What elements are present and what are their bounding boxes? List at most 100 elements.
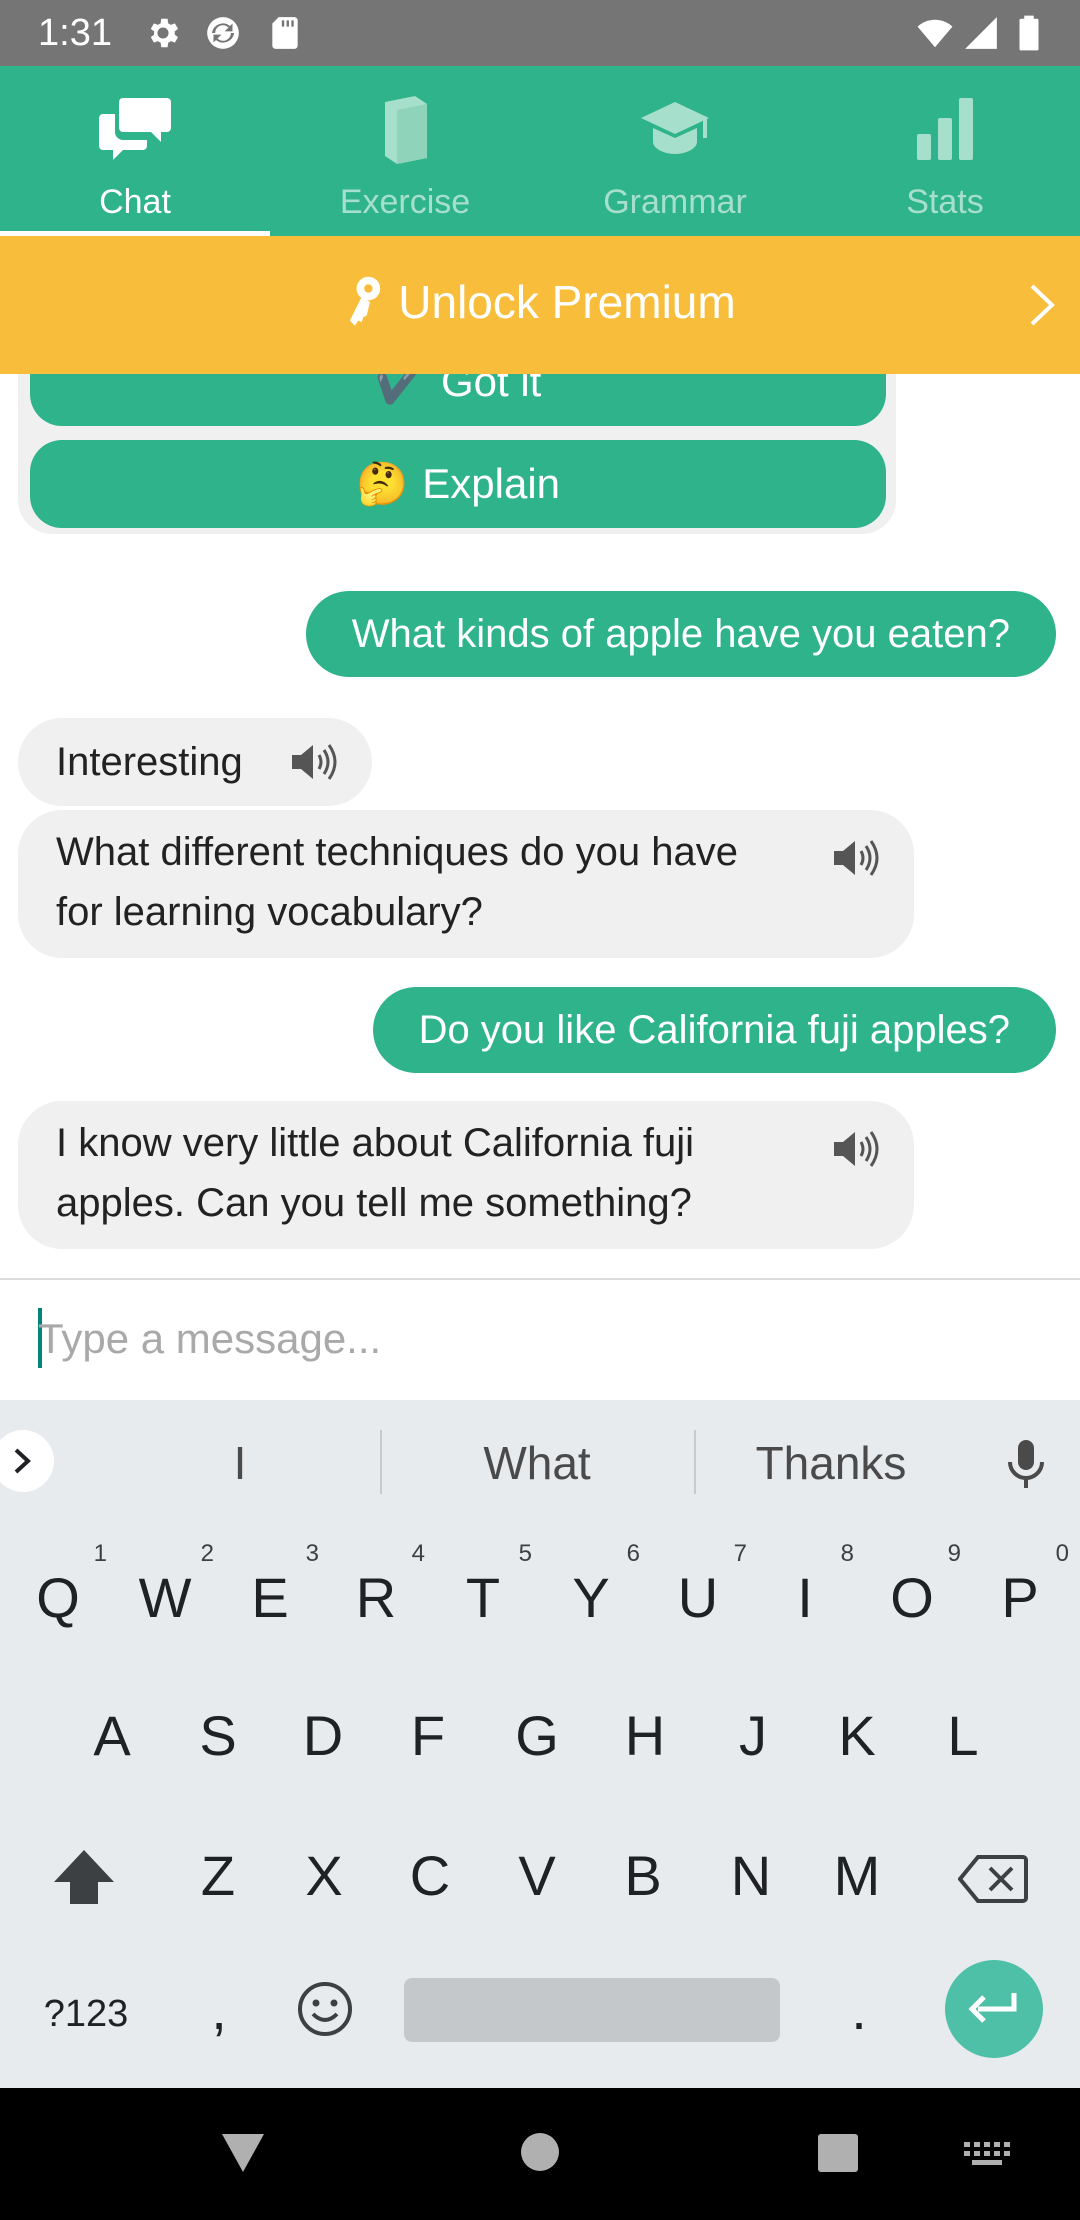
key-z[interactable]: Z xyxy=(173,1844,263,1908)
key-l[interactable]: L xyxy=(918,1704,1008,1768)
key-v[interactable]: V xyxy=(492,1844,582,1908)
status-bar: 1:31 xyxy=(0,0,1080,66)
key-b[interactable]: B xyxy=(598,1844,688,1908)
key-icon xyxy=(350,276,381,326)
key-r[interactable]: R4 xyxy=(331,1540,425,1630)
key-m[interactable]: M xyxy=(812,1844,902,1908)
key-h[interactable]: H xyxy=(600,1704,690,1768)
key-s[interactable]: S xyxy=(173,1704,263,1768)
message-text: Interesting xyxy=(56,740,243,784)
suggestion-item[interactable]: Thanks xyxy=(720,1436,942,1490)
battery-icon xyxy=(1019,15,1039,51)
key-t[interactable]: T5 xyxy=(438,1540,532,1630)
bot-message: I know very little about California fuji… xyxy=(18,1101,914,1249)
message-input[interactable] xyxy=(38,1306,1038,1372)
check-mark-icon: ✔️ xyxy=(374,374,427,405)
suggestion-divider xyxy=(694,1430,696,1494)
tab-label: Exercise xyxy=(339,183,471,221)
tab-exercise[interactable]: Exercise xyxy=(270,66,540,236)
explain-label: Explain xyxy=(422,460,561,507)
message-text-line: I know very little about California fuji xyxy=(56,1121,695,1165)
thinking-face-icon: 🤔 xyxy=(355,459,409,507)
graduation-cap-icon xyxy=(641,102,709,154)
key-a[interactable]: A xyxy=(67,1704,157,1768)
backspace-icon[interactable] xyxy=(958,1854,1028,1904)
enter-arrow-icon xyxy=(968,1993,1017,2023)
message-text: What kinds of apple have you eaten? xyxy=(351,612,1010,656)
key-j[interactable]: J xyxy=(708,1704,798,1768)
tab-grammar[interactable]: Grammar xyxy=(540,66,810,236)
unlock-premium-banner[interactable]: Unlock Premium xyxy=(0,236,1080,374)
chevron-right-icon xyxy=(14,1448,31,1474)
message-text: Do you like California fuji apples? xyxy=(418,1008,1010,1052)
onscreen-keyboard: Q1 W2 E3 R4 T5 Y6 U7 I8 O9 P0 A S D F G … xyxy=(0,1522,1080,2088)
user-message: Do you like California fuji apples? xyxy=(372,987,1056,1073)
suggestion-item[interactable]: What xyxy=(420,1436,654,1490)
speaker-icon[interactable] xyxy=(288,740,338,784)
suggestion-item[interactable]: I xyxy=(200,1436,280,1490)
tab-label: Grammar xyxy=(603,183,747,221)
keyboard-menu-button[interactable] xyxy=(0,1430,54,1492)
key-e[interactable]: E3 xyxy=(225,1540,319,1630)
keyboard-switch-icon[interactable] xyxy=(964,2142,1010,2166)
speaker-icon[interactable] xyxy=(830,1127,880,1171)
enter-key[interactable] xyxy=(945,1960,1043,2058)
key-n[interactable]: N xyxy=(706,1844,796,1908)
tab-label: Stats xyxy=(906,183,984,221)
comma-key[interactable]: , xyxy=(176,1978,262,2042)
key-d[interactable]: D xyxy=(278,1704,368,1768)
key-f[interactable]: F xyxy=(383,1704,473,1768)
recents-square-icon[interactable] xyxy=(818,2134,858,2172)
tab-bar: Chat Exercise Grammar Stats xyxy=(0,66,1080,236)
chat-icon xyxy=(99,98,171,160)
suggestion-divider xyxy=(380,1430,382,1494)
message-text-line: for learning vocabulary? xyxy=(56,890,483,934)
key-k[interactable]: K xyxy=(812,1704,902,1768)
got-it-label: Got it xyxy=(440,374,542,405)
tab-stats[interactable]: Stats xyxy=(810,66,1080,236)
sync-icon xyxy=(207,17,239,49)
chat-messages: ✔️ Got it 🤔 Explain What kinds of apple … xyxy=(0,374,1080,1278)
system-nav-bar xyxy=(0,2088,1080,2220)
key-y[interactable]: Y6 xyxy=(546,1540,640,1630)
keyboard-suggestion-strip: I What Thanks xyxy=(0,1400,1080,1522)
message-text-line: What different techniques do you have xyxy=(56,830,738,874)
period-key[interactable]: . xyxy=(816,1978,902,2042)
quick-reply-card: ✔️ Got it 🤔 Explain xyxy=(18,374,896,534)
message-text-line: apples. Can you tell me something? xyxy=(56,1181,692,1225)
settings-icon xyxy=(150,18,179,48)
back-triangle-icon[interactable] xyxy=(220,2132,266,2174)
key-u[interactable]: U7 xyxy=(653,1540,747,1630)
got-it-button[interactable]: ✔️ Got it xyxy=(30,374,886,426)
shift-icon[interactable] xyxy=(52,1848,116,1906)
symbols-key[interactable]: ?123 xyxy=(26,1982,146,2046)
unlock-premium-label: Unlock Premium xyxy=(398,276,736,328)
signal-icon xyxy=(965,17,997,49)
bar-chart-icon xyxy=(917,98,973,160)
tab-chat[interactable]: Chat xyxy=(0,66,270,236)
chevron-right-icon xyxy=(1030,284,1055,326)
spacebar[interactable] xyxy=(404,1978,780,2042)
key-o[interactable]: O9 xyxy=(867,1540,961,1630)
key-q[interactable]: Q1 xyxy=(13,1540,107,1630)
key-w[interactable]: W2 xyxy=(120,1540,214,1630)
explain-button[interactable]: 🤔 Explain xyxy=(30,440,886,528)
key-p[interactable]: P0 xyxy=(975,1540,1069,1630)
emoji-icon[interactable] xyxy=(296,1980,354,2038)
key-c[interactable]: C xyxy=(385,1844,475,1908)
home-circle-icon[interactable] xyxy=(520,2132,560,2172)
tab-label: Chat xyxy=(99,183,171,221)
microphone-icon[interactable] xyxy=(1004,1438,1048,1490)
key-i[interactable]: I8 xyxy=(760,1540,854,1630)
status-time: 1:31 xyxy=(38,12,112,54)
book-icon xyxy=(385,96,427,164)
key-x[interactable]: X xyxy=(279,1844,369,1908)
bot-message: What different techniques do you have fo… xyxy=(18,810,914,958)
key-g[interactable]: G xyxy=(492,1704,582,1768)
bot-message: Interesting xyxy=(18,718,372,806)
speaker-icon[interactable] xyxy=(830,836,880,880)
message-composer xyxy=(0,1278,1080,1400)
sd-card-icon xyxy=(272,17,298,49)
user-message: What kinds of apple have you eaten? xyxy=(305,591,1056,677)
wifi-icon xyxy=(917,19,953,48)
